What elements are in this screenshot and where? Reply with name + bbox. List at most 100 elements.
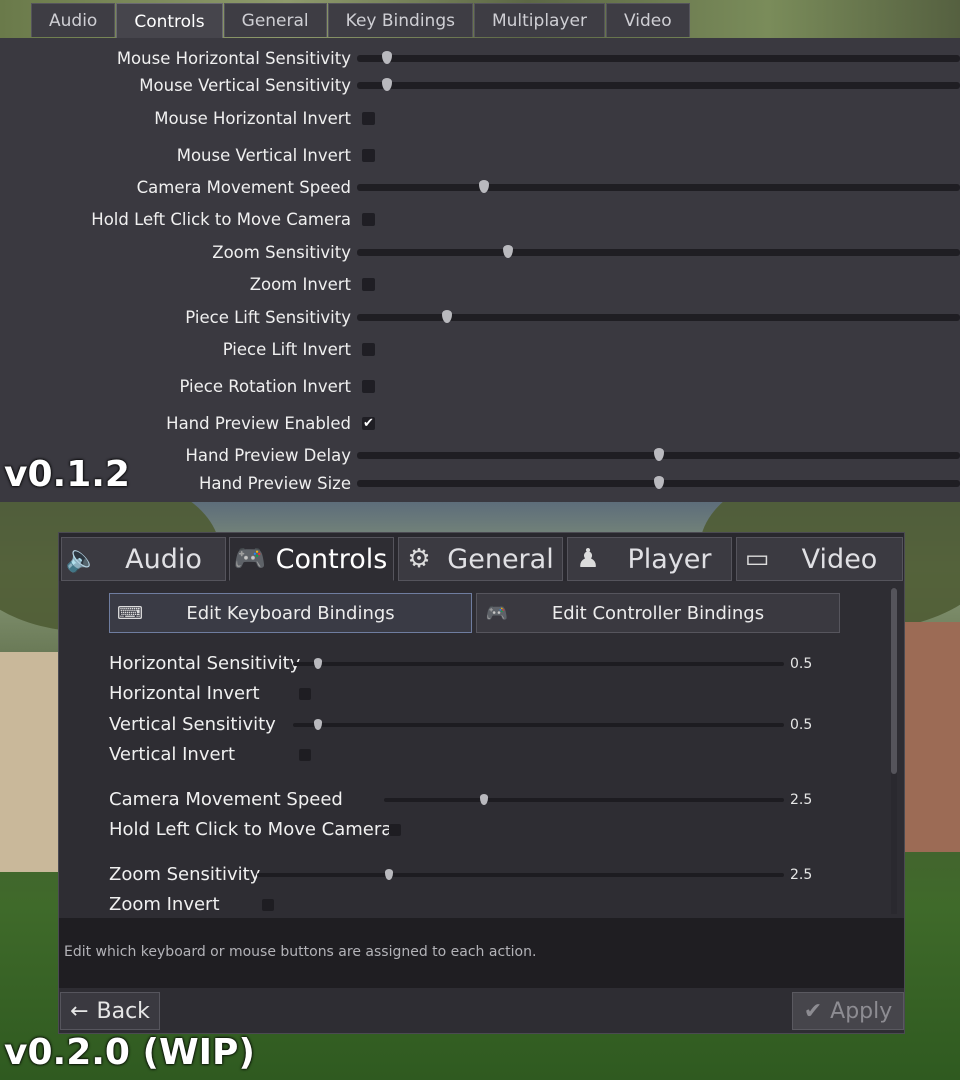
piece-rotation-invert-checkbox[interactable]	[362, 380, 375, 393]
old-settings-screenshot: Audio Controls General Key Bindings Mult…	[0, 0, 960, 502]
setting-row: Zoom Sensitivity 2.5	[109, 862, 829, 888]
piece-lift-invert-checkbox[interactable]	[362, 343, 375, 356]
background-house	[900, 622, 960, 852]
tab-audio[interactable]: 🔈 Audio	[61, 537, 226, 581]
slider-thumb[interactable]	[653, 476, 664, 489]
tab-general[interactable]: ⚙ General	[398, 537, 563, 581]
slider-thumb[interactable]	[313, 719, 322, 730]
tab-audio[interactable]: Audio	[31, 3, 116, 37]
setting-label: Camera Movement Speed	[109, 789, 343, 810]
setting-row: Piece Lift Sensitivity	[0, 306, 960, 330]
tab-label: Audio	[125, 543, 202, 575]
setting-label: Mouse Vertical Invert	[176, 146, 351, 165]
zoom-invert-checkbox[interactable]	[362, 278, 375, 291]
setting-row: Hand Preview Enabled ✔	[0, 412, 960, 436]
description-text: Edit which keyboard or mouse buttons are…	[64, 944, 537, 960]
mouse-vertical-invert-checkbox[interactable]	[362, 149, 375, 162]
slider-thumb[interactable]	[382, 78, 393, 91]
setting-label: Mouse Horizontal Sensitivity	[116, 49, 351, 68]
slider-thumb[interactable]	[653, 448, 664, 461]
setting-label: Hand Preview Size	[198, 474, 351, 493]
slider-thumb[interactable]	[442, 310, 453, 323]
setting-label: Hand Preview Delay	[185, 446, 351, 465]
zoom-sensitivity-slider[interactable]	[257, 869, 784, 880]
slider-value: 2.5	[790, 792, 813, 808]
setting-label: Piece Lift Sensitivity	[185, 308, 351, 327]
mouse-horizontal-sensitivity-slider[interactable]	[357, 51, 960, 64]
slider-value: 0.5	[790, 717, 813, 733]
tab-multiplayer[interactable]: Multiplayer	[473, 3, 605, 37]
settings-scrollbar[interactable]	[891, 588, 897, 914]
setting-row: Zoom Invert	[0, 273, 960, 297]
slider-value: 0.5	[790, 656, 813, 672]
apply-label: Apply	[830, 998, 893, 1024]
slider-thumb[interactable]	[502, 245, 513, 258]
setting-label: Zoom Sensitivity	[212, 243, 351, 262]
checkmark-icon: ✔	[803, 998, 823, 1024]
hand-preview-delay-slider[interactable]	[357, 448, 960, 461]
tab-controls[interactable]: Controls	[116, 3, 223, 39]
tab-general[interactable]: General	[223, 3, 327, 37]
setting-label: Piece Rotation Invert	[179, 377, 351, 396]
setting-row: Hold Left Click to Move Camera	[109, 817, 829, 843]
button-label: Edit Keyboard Bindings	[186, 602, 395, 624]
mouse-horizontal-invert-checkbox[interactable]	[362, 112, 375, 125]
tab-label: Player	[627, 543, 712, 575]
setting-row: Horizontal Invert	[109, 681, 829, 707]
horizontal-invert-checkbox[interactable]	[299, 688, 311, 700]
setting-row: Mouse Vertical Sensitivity	[0, 74, 960, 98]
setting-label: Piece Lift Invert	[222, 340, 351, 359]
vertical-sensitivity-slider[interactable]	[293, 719, 784, 730]
setting-label: Vertical Invert	[109, 744, 235, 765]
keyboard-icon: ⌨	[117, 602, 143, 624]
setting-row: Piece Rotation Invert	[0, 375, 960, 399]
scrollbar-thumb[interactable]	[891, 588, 897, 774]
slider-thumb[interactable]	[478, 180, 489, 193]
hold-left-click-checkbox[interactable]	[389, 824, 401, 836]
setting-row: Mouse Vertical Invert	[0, 144, 960, 168]
zoom-invert-checkbox[interactable]	[262, 899, 274, 911]
slider-thumb[interactable]	[313, 658, 322, 669]
back-button[interactable]: ← Back	[60, 992, 160, 1030]
vertical-invert-checkbox[interactable]	[299, 749, 311, 761]
setting-label: Camera Movement Speed	[136, 178, 351, 197]
setting-row: Hold Left Click to Move Camera	[0, 208, 960, 232]
hand-preview-size-slider[interactable]	[357, 476, 960, 489]
tab-player[interactable]: ♟ Player	[567, 537, 732, 581]
setting-row: Zoom Invert	[109, 892, 829, 918]
slider-thumb[interactable]	[480, 794, 488, 805]
tab-video[interactable]: Video	[605, 3, 690, 37]
new-settings-screenshot: 🔈 Audio 🎮 Controls ⚙ General ♟ Player ▭ Video…	[0, 502, 960, 1080]
setting-row: Piece Lift Invert	[0, 338, 960, 362]
setting-label: Horizontal Sensitivity	[109, 653, 301, 674]
slider-thumb[interactable]	[384, 869, 393, 880]
setting-label: Hand Preview Enabled	[166, 414, 351, 433]
setting-row: Horizontal Sensitivity 0.5	[109, 651, 829, 677]
hold-left-click-checkbox[interactable]	[362, 213, 375, 226]
edit-controller-bindings-button[interactable]: 🎮 Edit Controller Bindings	[476, 593, 840, 633]
tab-key-bindings[interactable]: Key Bindings	[327, 3, 473, 37]
camera-movement-speed-slider[interactable]	[384, 794, 784, 805]
tab-controls[interactable]: 🎮 Controls	[229, 537, 394, 581]
setting-label: Zoom Sensitivity	[109, 864, 261, 885]
setting-row: Hand Preview Delay	[0, 444, 960, 468]
person-icon: ♟	[576, 544, 600, 574]
camera-movement-speed-slider[interactable]	[357, 180, 960, 193]
piece-lift-sensitivity-slider[interactable]	[357, 310, 960, 323]
setting-label: Hold Left Click to Move Camera	[91, 210, 351, 229]
zoom-sensitivity-slider[interactable]	[357, 245, 960, 258]
hand-preview-enabled-checkbox[interactable]: ✔	[362, 417, 375, 430]
edit-keyboard-bindings-button[interactable]: ⌨ Edit Keyboard Bindings	[109, 593, 472, 633]
mouse-vertical-sensitivity-slider[interactable]	[357, 78, 960, 91]
apply-button[interactable]: ✔ Apply	[792, 992, 904, 1030]
setting-row: Mouse Horizontal Invert	[0, 107, 960, 131]
slider-thumb[interactable]	[382, 51, 393, 64]
setting-row: Zoom Sensitivity	[0, 241, 960, 265]
tab-label: Video	[801, 543, 878, 575]
tab-video[interactable]: ▭ Video	[736, 537, 903, 581]
settings-tab-bar: 🔈 Audio 🎮 Controls ⚙ General ♟ Player ▭ Video	[59, 533, 904, 581]
settings-window: 🔈 Audio 🎮 Controls ⚙ General ♟ Player ▭ Video…	[58, 532, 905, 1034]
setting-row: Hand Preview Size	[0, 472, 960, 496]
setting-label: Hold Left Click to Move Camera	[109, 819, 393, 840]
horizontal-sensitivity-slider[interactable]	[293, 658, 784, 669]
